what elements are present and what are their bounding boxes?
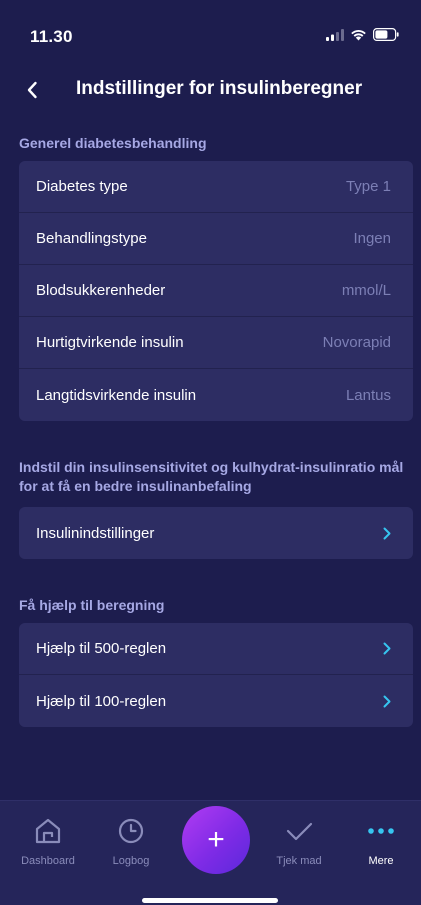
tab-dashboard[interactable]: Dashboard — [13, 815, 83, 867]
insulin-settings-card: Insulinindstillinger — [19, 507, 413, 559]
tab-label: Tjek mad — [276, 855, 322, 867]
row-value: Novorapid — [322, 334, 391, 351]
plus-icon: + — [207, 823, 225, 856]
chevron-right-icon — [383, 527, 391, 540]
row-label: Langtidsvirkende insulin — [36, 386, 197, 404]
row-label: Behandlingstype — [36, 230, 147, 247]
row-label: Diabetes type — [36, 178, 128, 195]
section-title-help: Få hjælp til beregning — [19, 597, 165, 613]
back-button[interactable] — [14, 74, 50, 110]
row-value: Ingen — [353, 230, 391, 247]
chevron-right-icon — [383, 642, 391, 655]
home-indicator — [142, 898, 278, 903]
row-treatment-type[interactable]: Behandlingstype Ingen — [19, 213, 413, 265]
row-help-500-rule[interactable]: Hjælp til 500-reglen — [19, 623, 413, 675]
status-icons — [326, 28, 399, 46]
tab-check-food[interactable]: Tjek mad — [264, 815, 334, 867]
page-title: Indstillinger for insulinberegner — [76, 78, 363, 99]
tab-bar: Dashboard Logbog + Tjek mad Mere — [0, 800, 421, 905]
row-rapid-insulin[interactable]: Hurtigtvirkende insulin Novorapid — [19, 317, 413, 369]
checkmark-icon — [284, 815, 314, 847]
tab-label: Mere — [368, 855, 394, 867]
row-label: Hjælp til 100-reglen — [36, 692, 167, 710]
status-bar: 11.30 — [0, 0, 421, 60]
row-label: Hjælp til 500-reglen — [36, 640, 167, 657]
signal-icon — [326, 28, 344, 46]
insulin-calculator-settings-screen: 11.30 Indstillinger for insulinberegner … — [0, 0, 421, 905]
row-label: Hurtigtvirkende insulin — [36, 334, 184, 351]
tab-more[interactable]: Mere — [346, 815, 416, 867]
home-icon — [33, 815, 63, 847]
tab-label: Dashboard — [21, 855, 75, 867]
section-title-general: Generel diabetesbehandling — [19, 135, 207, 151]
chevron-left-icon — [26, 81, 38, 104]
row-long-acting-insulin[interactable]: Langtidsvirkende insulin Lantus — [19, 369, 413, 421]
wifi-icon — [350, 28, 367, 46]
row-help-100-rule[interactable]: Hjælp til 100-reglen — [19, 675, 413, 727]
row-value: Type 1 — [345, 178, 391, 195]
add-button[interactable]: + — [182, 806, 250, 874]
tab-label: Logbog — [112, 855, 150, 867]
battery-icon — [373, 28, 399, 46]
more-dots-icon — [366, 815, 396, 847]
row-blood-sugar-units[interactable]: Blodsukkerenheder mmol/L — [19, 265, 413, 317]
section-title-insulin: Indstil din insulinsensitivitet og kulhy… — [19, 459, 404, 494]
general-settings-card: Diabetes type Type 1 Behandlingstype Ing… — [19, 161, 413, 421]
clock-icon — [116, 815, 146, 847]
help-card: Hjælp til 500-reglen Hjælp til 100-regle… — [19, 623, 413, 727]
row-value: Lantus — [345, 386, 391, 404]
chevron-right-icon — [383, 695, 391, 708]
row-diabetes-type[interactable]: Diabetes type Type 1 — [19, 161, 413, 213]
row-label: Insulinindstillinger — [36, 524, 155, 542]
row-value: mmol/L — [341, 282, 391, 299]
row-insulin-settings[interactable]: Insulinindstillinger — [19, 507, 413, 559]
row-label: Blodsukkerenheder — [36, 282, 166, 299]
status-time: 11.30 — [30, 27, 73, 46]
header: Indstillinger for insulinberegner — [0, 70, 421, 114]
tab-logbook[interactable]: Logbog — [96, 815, 166, 867]
